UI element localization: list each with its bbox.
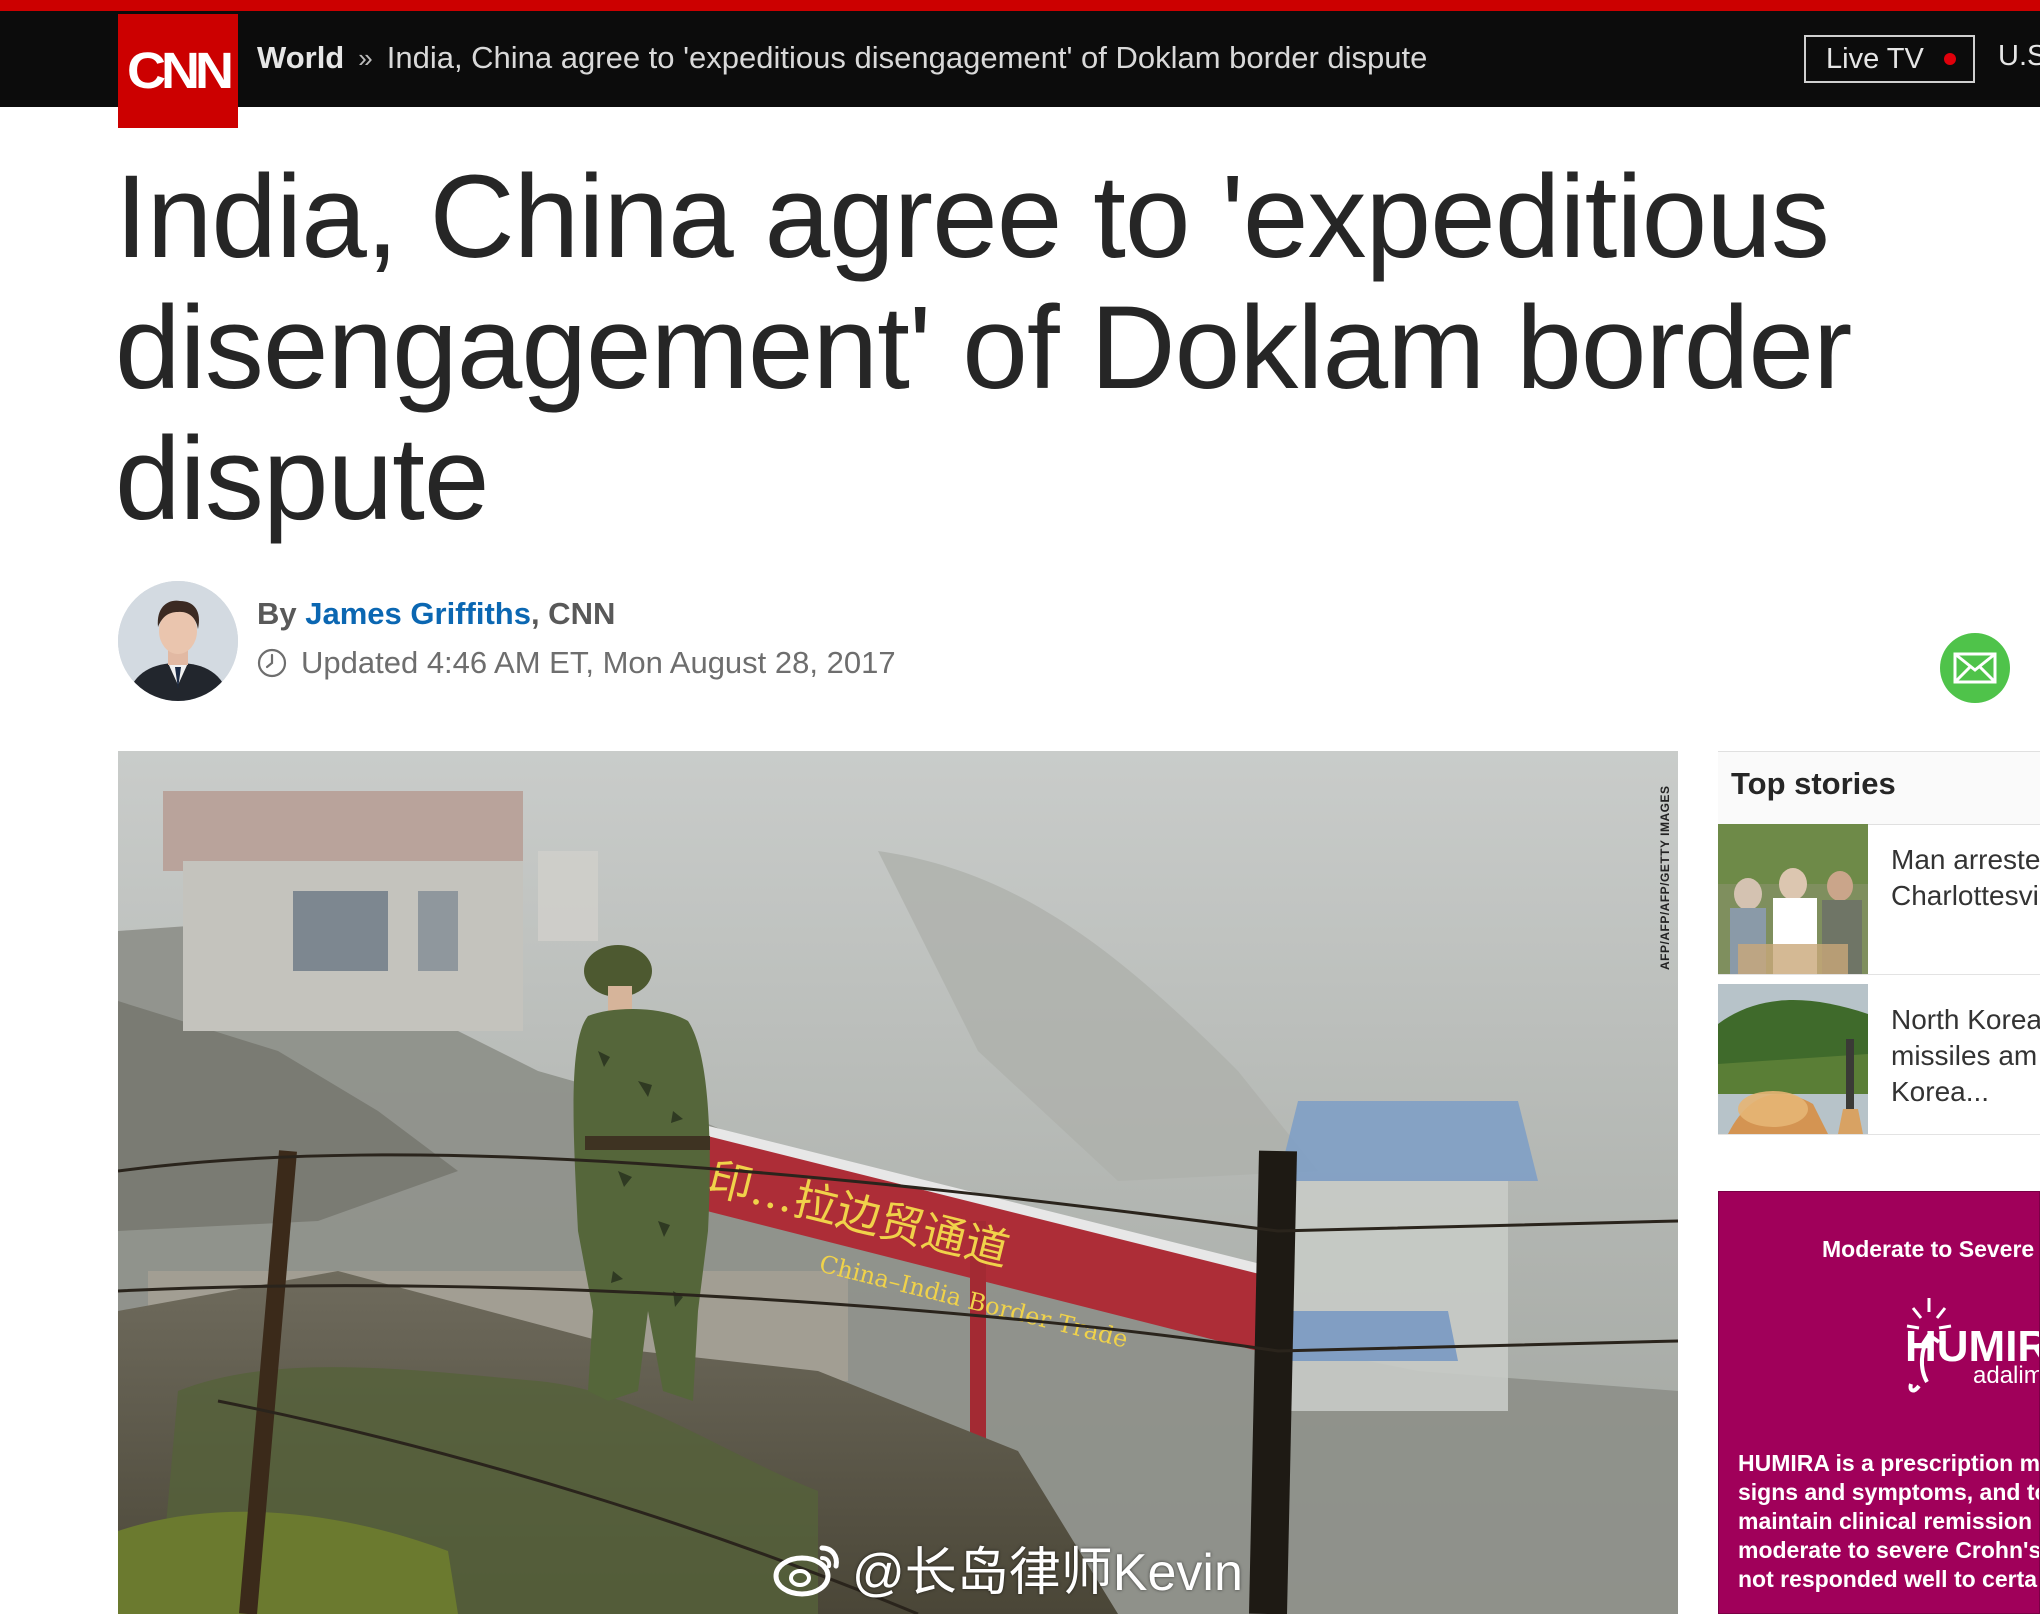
cnn-logo-text: CNN xyxy=(127,42,234,100)
live-indicator-icon xyxy=(1943,53,1956,65)
ad-body-text: HUMIRA is a prescription m signs and sym… xyxy=(1738,1450,2040,1592)
live-tv-button[interactable]: Live TV xyxy=(1804,35,1975,83)
email-share-button[interactable] xyxy=(1940,633,2010,703)
top-story-item[interactable]: North Korea missiles am Korea... xyxy=(1718,984,2040,1135)
updated-text: Updated 4:46 AM ET, Mon August 28, 2017 xyxy=(301,645,896,680)
byline: By James Griffiths, CNN xyxy=(257,596,615,632)
envelope-icon xyxy=(1953,652,1997,684)
top-accent-line xyxy=(0,0,2040,11)
ad-top-label: Moderate to Severe xyxy=(1822,1236,2035,1262)
photo-credit: AFP/AFP/AFP/GETTY IMAGES xyxy=(1658,785,1672,970)
clock-icon xyxy=(257,648,287,678)
watermark: @长岛律师Kevin xyxy=(772,1530,1243,1605)
top-stories-title: Top stories xyxy=(1731,766,1896,801)
weibo-logo-icon xyxy=(773,1545,839,1596)
author-link[interactable]: James Griffiths xyxy=(305,596,531,631)
story-headline[interactable]: Man arrested Charlottesville xyxy=(1891,842,2040,914)
story-headline[interactable]: North Korea missiles am Korea... xyxy=(1891,1002,2040,1110)
ad-brand-sub: adalimumab xyxy=(1973,1362,2039,1389)
hero-image[interactable]: 中印…拉边贸通道 China–India Border Trade xyxy=(118,751,1678,1614)
page-title: India, China agree to 'expeditious disen… xyxy=(115,151,1852,545)
top-stories-header: Top stories xyxy=(1718,751,2040,825)
story-thumbnail[interactable] xyxy=(1718,824,1868,974)
cnn-logo[interactable]: CNN xyxy=(118,14,238,128)
edition-link[interactable]: U.S. xyxy=(1998,40,2040,73)
advertisement[interactable]: Moderate to Severe HUMIRA adalimumab HUM… xyxy=(1718,1191,2040,1614)
byline-prefix: By xyxy=(257,596,306,631)
breadcrumb-separator: » xyxy=(358,42,373,73)
breadcrumb-section-world[interactable]: World xyxy=(257,40,344,76)
breadcrumb: World » India, China agree to 'expeditio… xyxy=(257,36,1427,80)
watermark-text: @长岛律师Kevin xyxy=(852,1544,1243,1602)
story-thumbnail[interactable] xyxy=(1718,984,1868,1134)
breadcrumb-article-title: India, China agree to 'expeditious disen… xyxy=(386,40,1428,75)
top-story-item[interactable]: Man arrested Charlottesville xyxy=(1718,824,2040,975)
timestamp: Updated 4:46 AM ET, Mon August 28, 2017 xyxy=(257,645,896,681)
live-tv-label: Live TV xyxy=(1826,42,1924,75)
author-avatar[interactable] xyxy=(118,581,238,701)
byline-outlet: , CNN xyxy=(530,596,616,631)
